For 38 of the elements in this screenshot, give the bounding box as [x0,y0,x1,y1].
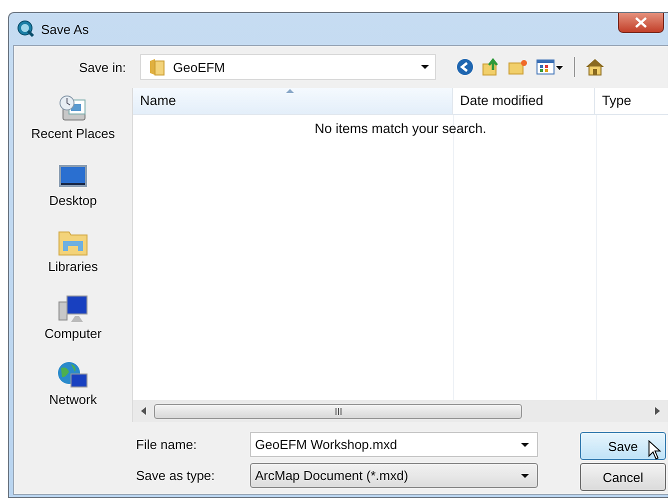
file-name-field[interactable]: GeoEFM Workshop.mxd [250,432,538,457]
close-icon [635,17,647,28]
close-button[interactable] [618,13,664,33]
grip-icon [334,408,342,414]
caret-icon [521,442,529,446]
dialog-button[interactable]: Save [580,432,666,460]
sort-arrow-icon [286,89,294,93]
sidebar-item[interactable]: Network [49,360,97,422]
up-folder-icon[interactable] [482,58,500,76]
sidebar-item[interactable]: Recent Places [31,94,115,156]
sidebar-item[interactable]: Computer [44,294,102,356]
column-header[interactable]: Type [595,88,668,114]
save-as-type-field[interactable]: ArcMap Document (*.mxd) [250,463,538,488]
empty-message: No items match your search. [314,121,488,136]
column-header[interactable]: Date modified [453,88,595,114]
scroll-left-icon [141,407,146,415]
network-icon [57,360,89,390]
column-header[interactable]: Name [133,88,453,114]
folder-icon [149,58,165,76]
scrollbar-thumb[interactable] [154,404,522,418]
back-icon[interactable] [456,58,474,76]
horizontal-scrollbar[interactable] [133,400,668,422]
sidebar-item[interactable]: Desktop [49,160,97,222]
cursor-icon [648,440,662,460]
new-folder-icon[interactable] [508,59,528,75]
view-menu-icon[interactable] [536,59,564,75]
home-icon[interactable] [585,58,605,76]
dialog-button[interactable]: Cancel [580,463,666,491]
sidebar-item[interactable]: Libraries [48,227,98,289]
computer-icon [56,294,89,324]
caret-icon [521,474,529,478]
caret-icon [421,65,429,69]
save-as-type-label: Save as type: [136,468,216,483]
save-in-label: Save in: [78,60,126,74]
window-title: Save As [41,22,89,36]
file-name-label: File name: [136,437,198,452]
save-in-dropdown[interactable]: GeoEFM [140,54,436,80]
scroll-right-icon [655,407,660,415]
